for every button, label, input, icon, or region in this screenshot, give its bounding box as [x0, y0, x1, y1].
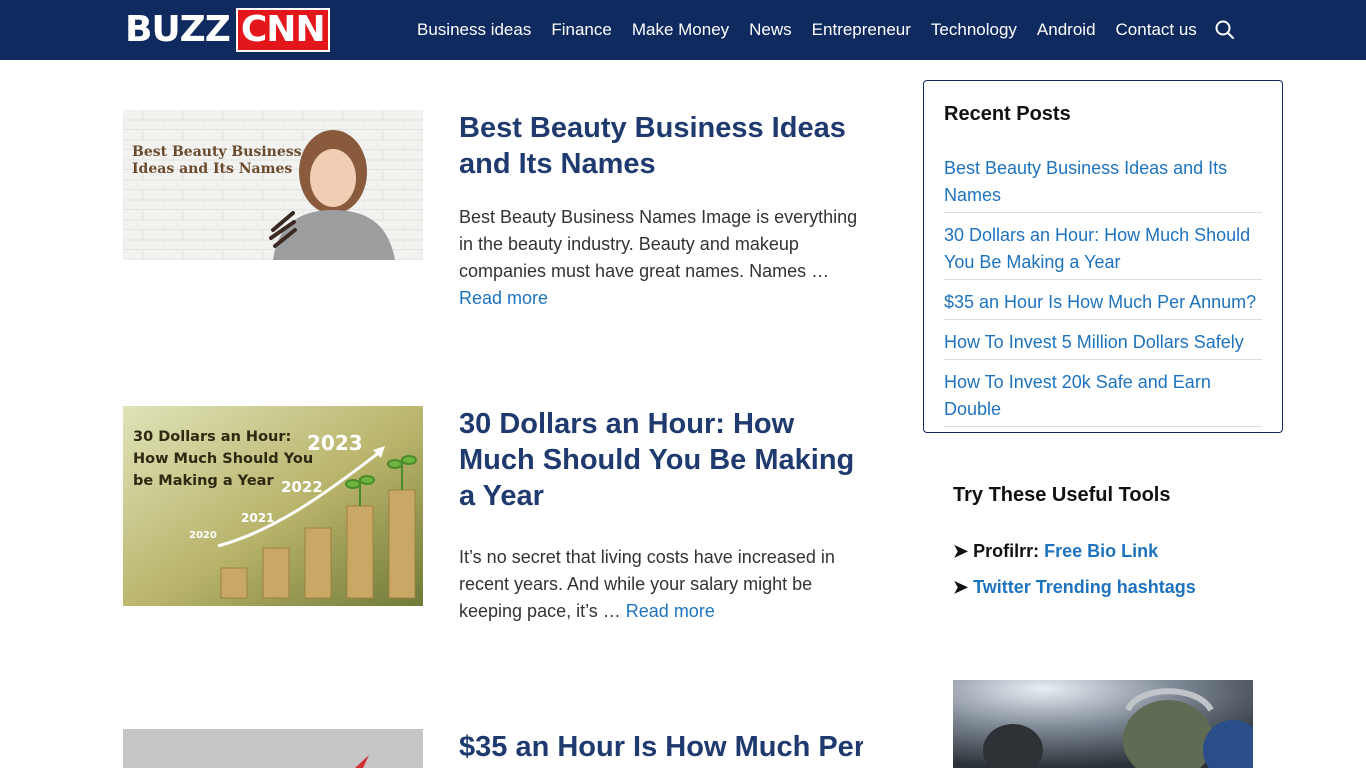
useful-tools-title: Try These Useful Tools	[953, 484, 1171, 506]
nav-technology[interactable]: Technology	[931, 0, 1017, 60]
recent-post-link[interactable]: How To Invest 5 Million Dollars Safely	[944, 329, 1262, 356]
nav-business-ideas[interactable]: Business ideas	[417, 0, 531, 60]
recent-posts-list: Best Beauty Business Ideas and Its Names…	[944, 155, 1262, 427]
thumbnail-caption-line-1: Best Beauty Business	[132, 144, 302, 160]
thumbnail-year-2022: 2022	[281, 478, 323, 496]
twitter-trending-hashtags-link[interactable]: Twitter Trending hashtags	[973, 577, 1196, 597]
post-card: 30 Dollars an Hour: How Much Should You …	[123, 406, 863, 686]
thumbnail-year-2020: 2020	[189, 530, 217, 541]
post-title-link[interactable]: Best Beauty Business Ideas and Its Names	[459, 112, 846, 180]
recent-post-link[interactable]: Best Beauty Business Ideas and Its Names	[944, 155, 1262, 209]
recent-post-link[interactable]: $35 an Hour Is How Much Per Annum?	[944, 289, 1262, 316]
free-bio-link[interactable]: Free Bio Link	[1044, 541, 1158, 561]
recent-post-link[interactable]: 30 Dollars an Hour: How Much Should You …	[944, 222, 1262, 276]
post-title: $35 an Hour Is How Much Per	[459, 729, 863, 765]
thumbnail-caption-line-2: How Much Should You	[133, 451, 313, 467]
sidebar-banner-image[interactable]	[953, 680, 1253, 768]
site-logo[interactable]: BUZZ CNN	[125, 8, 330, 52]
post-title: Best Beauty Business Ideas and Its Names	[459, 110, 859, 182]
thumbnail-caption-line-3: be Making a Year	[133, 473, 274, 489]
logo-buzz-text: BUZZ	[125, 9, 231, 50]
logo-cnn-text: CNN	[235, 8, 330, 52]
recent-post-link[interactable]: How To Invest 20k Safe and Earn Double	[944, 369, 1262, 423]
recent-post-item: 30 Dollars an Hour: How Much Should You …	[944, 222, 1262, 280]
nav-android[interactable]: Android	[1037, 0, 1096, 60]
post-excerpt-text: Best Beauty Business Names Image is ever…	[459, 207, 858, 281]
read-more-link[interactable]: Read more	[459, 288, 548, 308]
nav-finance[interactable]: Finance	[551, 0, 611, 60]
post-body: Best Beauty Business Ideas and Its Names…	[459, 110, 859, 312]
tool-item: ➤ Twitter Trending hashtags	[953, 575, 1273, 599]
post-body: 30 Dollars an Hour: How Much Should You …	[459, 406, 859, 625]
recent-post-item: How To Invest 20k Safe and Earn Double	[944, 369, 1262, 427]
post-card: Best Beauty Business Ideas and Its Names…	[123, 110, 863, 370]
thumbnail-caption-line-1: 30 Dollars an Hour:	[133, 429, 291, 445]
nav-make-money[interactable]: Make Money	[632, 0, 729, 60]
recent-posts-title: Recent Posts	[944, 103, 1071, 125]
post-thumbnail[interactable]: 30 Dollars an Hour: How Much Should You …	[123, 406, 423, 606]
search-icon[interactable]	[1214, 19, 1236, 41]
post-title-link[interactable]: $35 an Hour Is How Much Per	[459, 731, 863, 763]
nav-contact-us[interactable]: Contact us	[1116, 0, 1197, 60]
tool-item: ➤ Profilrr: Free Bio Link	[953, 539, 1273, 563]
thumbnail-year-2023: 2023	[307, 431, 363, 455]
useful-tools-widget: Try These Useful Tools ➤ Profilrr: Free …	[953, 482, 1273, 599]
post-thumbnail[interactable]	[123, 729, 423, 768]
post-body: $35 an Hour Is How Much Per	[459, 729, 863, 765]
post-title-link[interactable]: 30 Dollars an Hour: How Much Should You …	[459, 408, 854, 512]
post-card: $35 an Hour Is How Much Per	[123, 729, 863, 768]
post-excerpt: Best Beauty Business Names Image is ever…	[459, 204, 859, 312]
nav-entrepreneur[interactable]: Entrepreneur	[812, 0, 911, 60]
top-navigation-bar: BUZZ CNN Business ideas Finance Make Mon…	[0, 0, 1366, 60]
thumbnail-caption: Best Beauty Business Ideas and Its Names	[132, 144, 302, 177]
nav-news[interactable]: News	[749, 0, 792, 60]
post-excerpt: It’s no secret that living costs have in…	[459, 544, 859, 625]
recent-post-item: $35 an Hour Is How Much Per Annum?	[944, 289, 1262, 320]
read-more-link[interactable]: Read more	[626, 601, 715, 621]
thumbnail-caption-line-2: Ideas and Its Names	[132, 161, 292, 177]
recent-post-item: How To Invest 5 Million Dollars Safely	[944, 329, 1262, 360]
main-nav: Business ideas Finance Make Money News E…	[417, 0, 1217, 60]
thumbnail-year-2021: 2021	[241, 511, 274, 525]
post-thumbnail[interactable]: Best Beauty Business Ideas and Its Names	[123, 110, 423, 260]
tool-item-prefix: ➤	[953, 577, 974, 597]
tool-item-prefix: ➤ Profilrr:	[953, 541, 1045, 561]
post-title: 30 Dollars an Hour: How Much Should You …	[459, 406, 859, 514]
recent-post-item: Best Beauty Business Ideas and Its Names	[944, 155, 1262, 213]
recent-posts-widget: Recent Posts Best Beauty Business Ideas …	[923, 80, 1283, 433]
